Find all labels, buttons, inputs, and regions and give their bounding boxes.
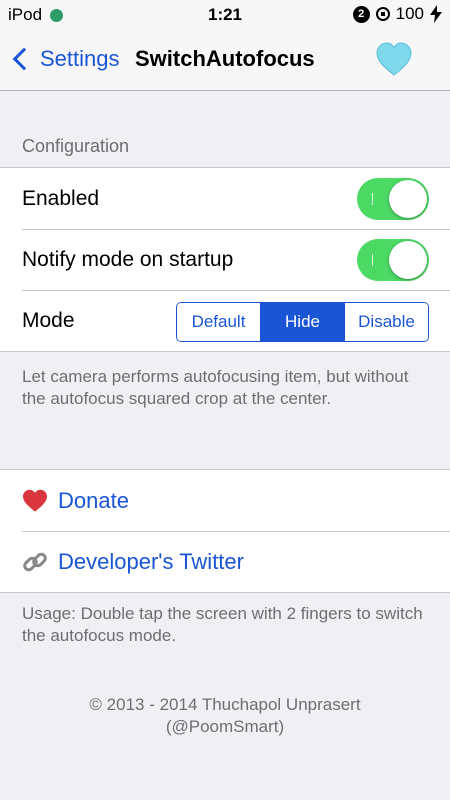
enabled-switch[interactable] (357, 178, 429, 220)
donate-row[interactable]: Donate (0, 470, 450, 531)
switch-on-mark (372, 254, 373, 266)
mode-option-default[interactable]: Default (177, 303, 260, 341)
link-chain-icon (22, 549, 48, 575)
switch-on-mark (372, 193, 373, 205)
navigation-bar: Settings SwitchAutofocus (0, 30, 450, 91)
switch-knob (389, 180, 427, 218)
copyright-line-1: © 2013 - 2014 Thuchapol Unprasert (89, 695, 361, 714)
copyright-text: © 2013 - 2014 Thuchapol Unprasert (@Poom… (0, 694, 450, 738)
notify-row: Notify mode on startup (0, 229, 450, 290)
usage-footer: Usage: Double tap the screen with 2 fing… (22, 604, 423, 645)
page-title: SwitchAutofocus (135, 46, 315, 71)
twitter-label: Developer's Twitter (58, 548, 244, 574)
enabled-label: Enabled (22, 186, 100, 210)
donate-label: Donate (58, 487, 129, 513)
notify-switch[interactable] (357, 239, 429, 281)
chevron-left-icon (12, 47, 36, 71)
section-header-configuration: Configuration (22, 136, 130, 156)
enabled-row: Enabled (0, 168, 450, 229)
mode-row: Mode Default Hide Disable (0, 290, 450, 351)
heart-donate-icon[interactable] (376, 42, 412, 78)
copyright-line-2: (@PoomSmart) (165, 717, 285, 736)
battery-percent: 100 (395, 4, 424, 23)
mode-option-hide[interactable]: Hide (260, 303, 344, 341)
configuration-footer: Let camera performs autofocusing item, b… (22, 367, 409, 408)
switch-knob (389, 241, 427, 279)
notify-label: Notify mode on startup (22, 247, 234, 271)
mode-segmented-control: Default Hide Disable (176, 302, 429, 342)
status-right: 2 100 (352, 4, 442, 24)
back-label: Settings (40, 46, 120, 71)
rotation-lock-icon (375, 7, 390, 21)
mode-label: Mode (22, 308, 75, 332)
links-group: Donate Developer's Twitter (0, 469, 450, 593)
back-button[interactable]: Settings (10, 46, 120, 72)
status-bar: iPod 1:21 2 100 (0, 0, 450, 30)
charging-bolt-icon (430, 5, 442, 23)
notification-badge-icon: 2 (352, 5, 370, 23)
twitter-row[interactable]: Developer's Twitter (0, 531, 450, 592)
mode-option-disable[interactable]: Disable (344, 303, 428, 341)
red-heart-icon (22, 488, 48, 514)
configuration-group: Enabled Notify mode on startup Mode Defa… (0, 167, 450, 352)
